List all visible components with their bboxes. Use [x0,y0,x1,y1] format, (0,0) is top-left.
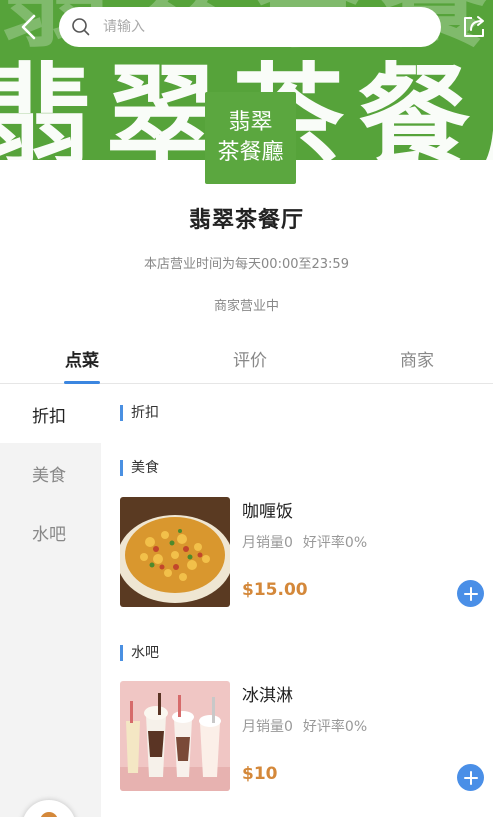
logo-line-1: 翡翠 [228,110,273,135]
tab-reviews[interactable]: 评价 [190,346,310,371]
store-status: 商家营业中 [213,299,279,314]
item-price-ice-cream: $10 [242,764,278,784]
search-input[interactable] [103,19,403,35]
category-sidebar: 折扣 美食 水吧 [0,385,101,817]
plus-icon [463,770,478,785]
menu-content: 折扣 美食 咖喱饭 月销量0 好评率0% $15.00 水吧 冰淇淋 月销量0 … [101,385,493,817]
item-name-ice-cream: 冰淇淋 [242,686,293,706]
add-to-cart-button[interactable] [457,764,484,791]
search-icon [72,18,90,36]
item-meta-ice-cream: 月销量0 好评率0% [242,716,367,736]
tab-merchant[interactable]: 商家 [357,346,477,371]
chevron-left-icon [21,14,36,40]
rating: 好评率0% [302,719,368,735]
search-box[interactable] [59,7,441,47]
store-name: 翡翠茶餐厅 [188,208,304,233]
curry-rice-image[interactable] [120,497,230,607]
cart-icon [40,812,58,817]
milkshake-image[interactable] [120,681,230,791]
tab-order[interactable]: 点菜 [22,346,142,371]
share-icon [464,16,484,37]
logo-line-2: 茶餐廳 [217,140,284,165]
plus-icon [463,586,478,601]
add-to-cart-button[interactable] [457,580,484,607]
monthly-sales: 月销量0 [242,535,293,551]
sidebar-item-drinks[interactable]: 水吧 [0,503,101,561]
back-button[interactable] [14,12,44,42]
section-title-food: 美食 [120,460,159,476]
item-price-curry-rice: $15.00 [242,580,308,600]
share-button[interactable] [459,12,489,42]
item-name-curry-rice: 咖喱饭 [242,502,293,522]
sidebar-item-food[interactable]: 美食 [0,444,101,502]
item-meta-curry-rice: 月销量0 好评率0% [242,532,367,552]
store-logo: 翡翠 茶餐廳 [205,92,296,184]
business-hours: 本店营业时间为每天00:00至23:59 [144,257,349,272]
active-tab-indicator [64,381,100,384]
section-title-drinks: 水吧 [120,645,159,661]
section-title-discount: 折扣 [120,405,159,421]
monthly-sales: 月销量0 [242,719,293,735]
tab-bar: 点菜 评价 商家 [0,336,493,384]
rating: 好评率0% [302,535,368,551]
sidebar-item-discount[interactable]: 折扣 [0,385,101,443]
